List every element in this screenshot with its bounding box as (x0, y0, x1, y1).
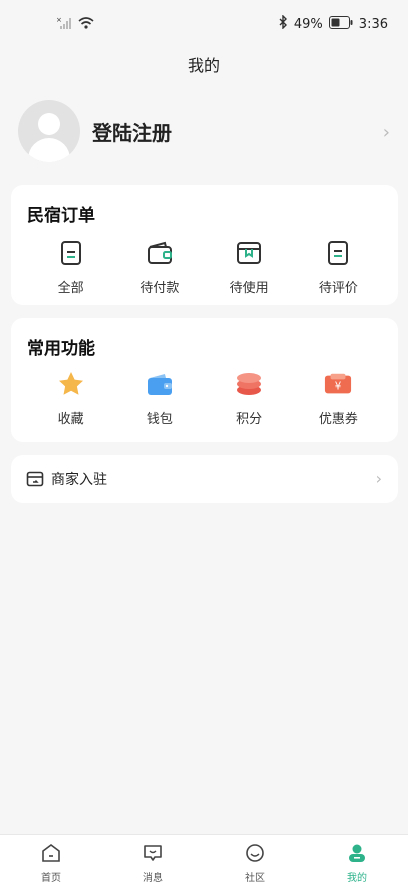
function-favorites-label: 收藏 (57, 412, 84, 427)
status-bar: × 49% 3:36 (0, 0, 408, 50)
status-time: 3:36 (358, 16, 388, 32)
login-register-label[interactable]: 登陆注册 (92, 117, 172, 146)
function-points-label: 积分 (236, 412, 263, 427)
bluetooth-icon (278, 14, 288, 33)
home-icon (40, 843, 62, 867)
wallet-icon (146, 370, 174, 398)
order-to-use-label: 待使用 (229, 281, 269, 296)
status-left: × (56, 16, 94, 34)
coupon-icon: ¥ (324, 370, 352, 398)
function-coupons-label: 优惠券 (318, 412, 358, 427)
svg-text:¥: ¥ (335, 381, 342, 393)
review-icon (324, 239, 352, 267)
tab-home[interactable]: 首页 (0, 835, 102, 883)
tab-messages-label: 消息 (143, 873, 163, 883)
battery-percent: 49% (293, 16, 323, 32)
orders-card: 民宿订单 全部 待付款 待使用 待评价 (11, 185, 398, 305)
star-icon (57, 370, 85, 398)
chevron-right-icon: › (382, 122, 390, 143)
functions-grid: 收藏 钱包 积分 ¥ 优惠券 (26, 370, 383, 427)
signal-icon: × (56, 16, 72, 34)
store-icon (25, 469, 45, 489)
coins-icon (235, 370, 263, 398)
tab-bar: 首页 消息 社区 我的 (0, 834, 408, 883)
tab-home-label: 首页 (41, 873, 61, 883)
user-icon (346, 843, 368, 867)
wallet-icon (146, 239, 174, 267)
chevron-right-icon: › (375, 469, 382, 488)
message-icon (142, 843, 164, 867)
smile-icon (244, 843, 266, 867)
order-all[interactable]: 全部 (26, 239, 115, 296)
avatar[interactable] (18, 100, 80, 162)
order-to-review-label: 待评价 (318, 281, 358, 296)
orders-grid: 全部 待付款 待使用 待评价 (26, 239, 383, 296)
order-to-review[interactable]: 待评价 (294, 239, 383, 296)
order-pending-payment-label: 待付款 (140, 281, 180, 296)
function-wallet-label: 钱包 (146, 412, 173, 427)
tab-community[interactable]: 社区 (204, 835, 306, 883)
tab-mine[interactable]: 我的 (306, 835, 408, 883)
orders-title: 民宿订单 (27, 206, 95, 226)
tab-mine-label: 我的 (347, 873, 367, 883)
functions-card: 常用功能 收藏 钱包 积分 ¥ 优惠券 (11, 318, 398, 442)
box-icon (235, 239, 263, 267)
battery-icon (328, 15, 353, 33)
status-right: 49% 3:36 (278, 14, 388, 33)
document-icon (57, 239, 85, 267)
wifi-icon (78, 16, 94, 34)
functions-title: 常用功能 (27, 339, 95, 359)
order-pending-payment[interactable]: 待付款 (115, 239, 204, 296)
order-all-label: 全部 (57, 281, 84, 296)
function-coupons[interactable]: ¥ 优惠券 (294, 370, 383, 427)
tab-messages[interactable]: 消息 (102, 835, 204, 883)
svg-text:×: × (56, 16, 62, 24)
function-wallet[interactable]: 钱包 (115, 370, 204, 427)
merchant-entry[interactable]: 商家入驻 › (11, 455, 398, 503)
tab-community-label: 社区 (245, 873, 265, 883)
merchant-label: 商家入驻 (51, 472, 107, 488)
function-points[interactable]: 积分 (205, 370, 294, 427)
function-favorites[interactable]: 收藏 (26, 370, 115, 427)
page-title: 我的 (187, 56, 220, 75)
order-to-use[interactable]: 待使用 (205, 239, 294, 296)
profile-row[interactable]: 登陆注册 › (18, 100, 390, 162)
